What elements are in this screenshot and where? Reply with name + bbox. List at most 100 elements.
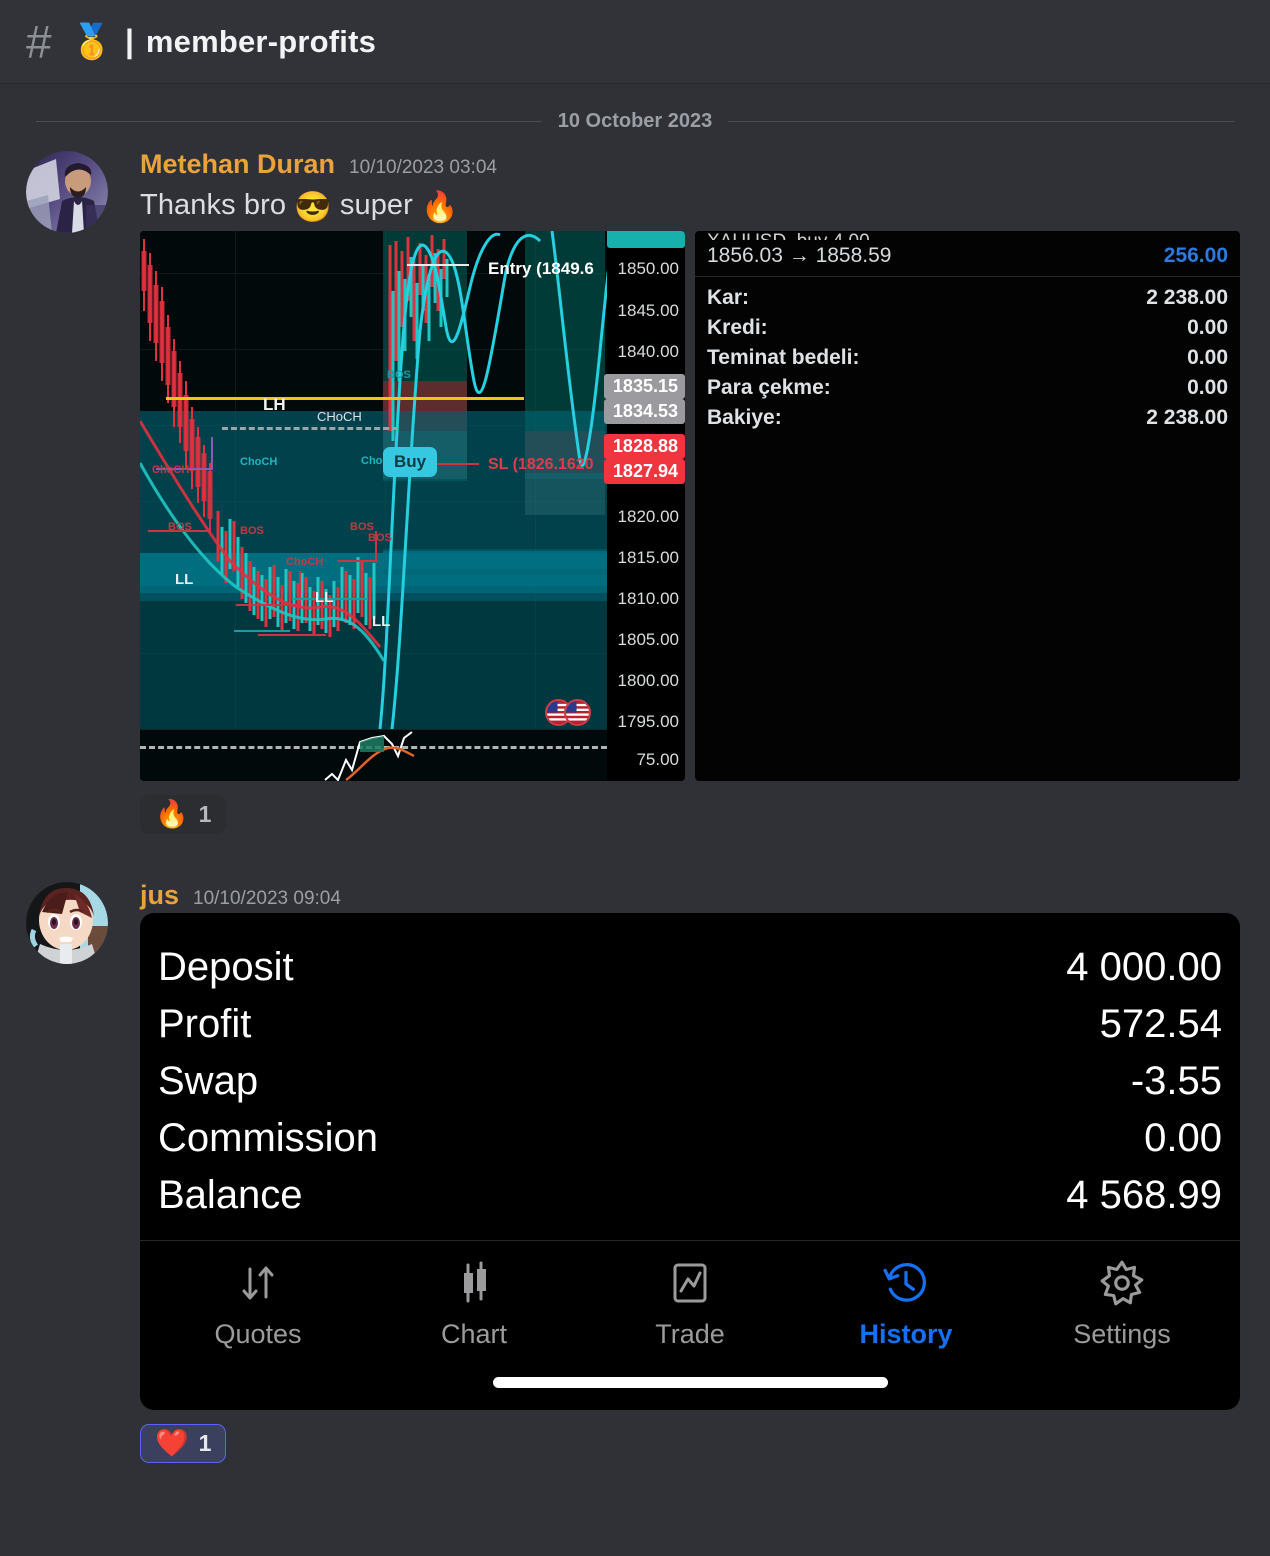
reaction-heart[interactable]: ❤️ 1 <box>140 1423 227 1463</box>
message-header: Metehan Duran 10/10/2023 03:04 <box>140 151 1270 178</box>
news-event-icons <box>545 698 591 726</box>
lh-level-line <box>166 396 524 400</box>
fire-emoji-icon: 🔥 <box>155 798 189 829</box>
price-tick: 1800.00 <box>617 670 679 690</box>
chart-label-choch-mid: ChoCH <box>240 455 278 468</box>
price-tick: 1820.00 <box>617 506 679 526</box>
message-text: Thanks bro 😎 super 🔥 <box>140 187 1270 227</box>
row-value: 2 238.00 <box>1146 285 1228 309</box>
mt5-bottom-nav: Quotes Chart Trade History Settings <box>140 1239 1240 1356</box>
home-indicator-bar <box>492 1377 888 1388</box>
nav-item-trade[interactable]: Trade <box>582 1257 798 1350</box>
price-tag-gray-1: 1835.15 <box>603 373 685 399</box>
price-tick: 1845.00 <box>617 300 679 320</box>
mt5-history-attachment[interactable]: Deposit 4 000.00 Profit 572.54 Swap -3.5… <box>140 912 1240 1410</box>
avatar[interactable] <box>26 151 108 233</box>
channel-header: # 🥇 | member-profits <box>0 0 1270 84</box>
nav-label: Trade <box>655 1318 725 1349</box>
price-tag-gray-2: 1834.53 <box>603 398 685 424</box>
message-body: jus 10/10/2023 09:04 Deposit 4 000.00 Pr… <box>140 881 1270 1463</box>
chart-label-ll-2: LL <box>315 588 334 606</box>
nav-label: Settings <box>1073 1318 1171 1349</box>
nav-label: Quotes <box>214 1318 302 1349</box>
trade-info-attachment[interactable]: XAUUSD, buy 4.00 1856.03 → 1858.59 256.0… <box>695 230 1240 781</box>
reactions-bar: 🔥 1 <box>140 794 1270 834</box>
chart-label-stoploss: SL (1826.1620 <box>488 455 594 473</box>
price-axis: 1850.00 1845.00 1840.00 1835.15 1834.53 … <box>603 230 685 781</box>
reaction-fire[interactable]: 🔥 1 <box>140 794 227 834</box>
reaction-count: 1 <box>198 1429 212 1456</box>
divider-rule-right <box>728 121 1234 122</box>
hash-icon: # <box>26 15 52 68</box>
row-label: Profit <box>158 1001 252 1046</box>
trade-symbol-cut-line: XAUUSD, buy 4.00 <box>695 231 1240 240</box>
gear-icon <box>1097 1257 1147 1309</box>
row-value: 572.54 <box>1099 1001 1222 1046</box>
row-value: 0.00 <box>1144 1115 1222 1160</box>
sunglasses-emoji-icon: 😎 <box>294 191 332 224</box>
nav-item-chart[interactable]: Chart <box>366 1257 582 1350</box>
message-text-part1: Thanks bro <box>140 189 295 221</box>
message-body: Metehan Duran 10/10/2023 03:04 Thanks br… <box>140 151 1270 834</box>
indicator-subpane <box>140 728 607 781</box>
avatar-photo-icon <box>26 151 108 233</box>
row-value: 0.00 <box>1187 345 1228 369</box>
quotes-arrows-icon <box>234 1257 282 1309</box>
row-label: Teminat bedeli: <box>707 345 860 369</box>
nav-item-settings[interactable]: Settings <box>1014 1257 1230 1350</box>
trade-chart-icon <box>666 1257 714 1309</box>
trade-summary-row: 1856.03 → 1858.59 256.00 <box>695 240 1240 277</box>
price-tick: 1850.00 <box>617 258 679 278</box>
chart-screenshot-attachment[interactable]: LH CHoCH ChoCH ChoCH ChoCH ChoC BOS BOS … <box>140 230 685 781</box>
message-timestamp: 10/10/2023 03:04 <box>349 157 497 178</box>
candlestick-series <box>140 230 607 729</box>
table-row: Bakiye: 2 238.00 <box>707 403 1228 433</box>
price-tick: 1795.00 <box>617 711 679 731</box>
row-label: Deposit <box>158 944 294 989</box>
row-value: 2 238.00 <box>1146 405 1228 429</box>
table-row: Commission 0.00 <box>158 1110 1222 1167</box>
message-header: jus 10/10/2023 09:04 <box>140 881 1270 909</box>
nav-item-history[interactable]: History <box>798 1257 1014 1350</box>
entry-level-line <box>407 263 469 266</box>
mt5-summary-rows: Deposit 4 000.00 Profit 572.54 Swap -3.5… <box>140 913 1240 1240</box>
row-value: 0.00 <box>1187 315 1228 339</box>
trade-detail-rows: Kar: 2 238.00 Kredi: 0.00 Teminat bedeli… <box>695 277 1240 433</box>
medal-icon: 🥇 <box>70 22 113 61</box>
price-tag-red-2: 1827.94 <box>603 458 685 484</box>
author-name[interactable]: Metehan Duran <box>140 151 335 178</box>
clock-history-icon <box>881 1257 931 1309</box>
reactions-bar: ❤️ 1 <box>140 1423 1270 1463</box>
nav-item-quotes[interactable]: Quotes <box>150 1257 366 1350</box>
price-tick: 1810.00 <box>617 588 679 608</box>
table-row: Teminat bedeli: 0.00 <box>707 343 1228 373</box>
row-label: Kredi: <box>707 315 768 339</box>
table-row: Deposit 4 000.00 <box>158 939 1222 996</box>
price-tick: 1840.00 <box>617 341 679 361</box>
us-flag-icon <box>564 698 591 726</box>
row-label: Para çekme: <box>707 375 831 399</box>
chart-label-choch-left: ChoCH <box>152 463 190 476</box>
chart-label-bos-2: BOS <box>240 524 264 537</box>
row-value: -3.55 <box>1130 1058 1222 1103</box>
table-row: Swap -3.55 <box>158 1053 1222 1110</box>
message-metehan: Metehan Duran 10/10/2023 03:04 Thanks br… <box>0 151 1270 834</box>
chart-label-ll-1: LL <box>175 570 194 588</box>
message-jus: jus 10/10/2023 09:04 Deposit 4 000.00 Pr… <box>0 881 1270 1463</box>
divider-rule-left <box>36 121 542 122</box>
separator-pipe: | <box>124 23 134 59</box>
price-tag-red-1: 1828.88 <box>603 433 685 459</box>
chart-label-bos-1: BOS <box>168 520 192 533</box>
chart-label-bos-top: BOS <box>387 368 411 381</box>
row-value: 0.00 <box>1187 375 1228 399</box>
home-indicator <box>140 1356 1240 1410</box>
avatar[interactable] <box>26 881 108 964</box>
chart-label-bos-4: BOS <box>368 531 392 544</box>
chart-label-ll-3: LL <box>372 612 391 630</box>
row-value: 4 568.99 <box>1066 1172 1222 1217</box>
author-name[interactable]: jus <box>140 881 179 909</box>
row-label: Kar: <box>707 285 750 309</box>
row-label: Bakiye: <box>707 405 782 429</box>
row-value: 4 000.00 <box>1066 944 1222 989</box>
trade-amount: 256.00 <box>1163 243 1228 267</box>
